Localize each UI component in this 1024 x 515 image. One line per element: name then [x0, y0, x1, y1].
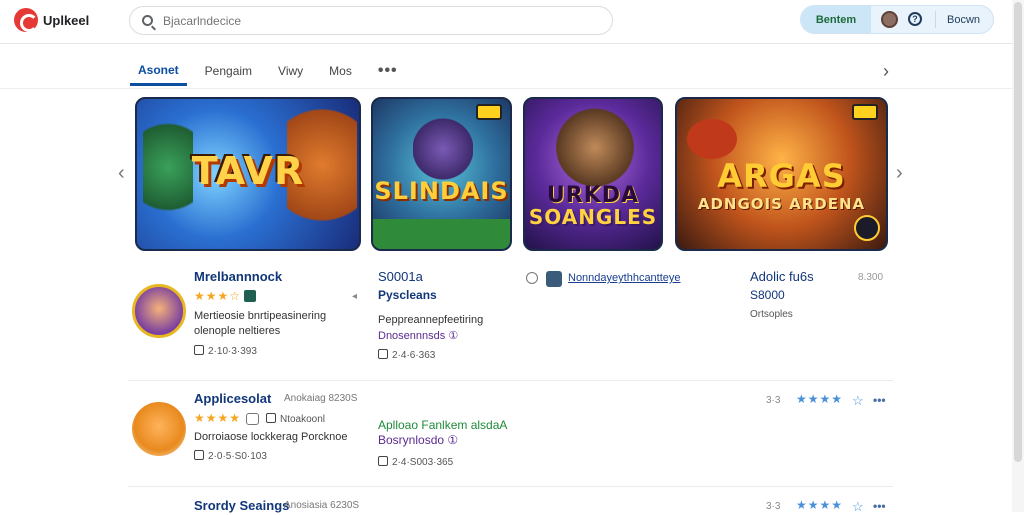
carousel-prev-icon[interactable]: ‹: [118, 162, 125, 185]
more-options-button[interactable]: •••: [873, 393, 886, 407]
category-tabs: Asonet Pengaim Viwy Mos •••: [130, 56, 416, 88]
app-description: Mertieosie bnrtipeasinering: [194, 310, 327, 322]
app-description: Peppreannepfeetiring: [378, 314, 484, 326]
top-bar: Uplkeel Bentem ? Bocwn: [0, 0, 1024, 44]
star-outline-icon[interactable]: ☆: [852, 393, 864, 409]
divider: [128, 380, 893, 381]
app-title[interactable]: Mrelbannnock: [194, 269, 282, 284]
app-highlight: Bosrynlosdo ①: [378, 433, 459, 447]
tab-3[interactable]: Mos: [321, 56, 360, 86]
logo-text: Uplkeel: [43, 12, 90, 28]
tag-icon: [266, 413, 276, 423]
app-caption: Ortsoples: [750, 309, 793, 320]
calendar-icon: [378, 456, 388, 466]
banner-title: SLINDAIS: [374, 177, 509, 205]
badge-icon: [246, 413, 259, 425]
app-description: Dorroiaose lockkerag Porcknoe: [194, 431, 348, 443]
rating-count: 3·3: [766, 395, 781, 406]
calendar-icon: [378, 349, 388, 359]
app-title[interactable]: Adolic fu6s: [750, 269, 814, 284]
app-tag: Ntoakoonl: [266, 413, 325, 425]
search-input[interactable]: [163, 13, 583, 28]
banner-badge-icon: [852, 104, 878, 120]
app-meta-text: 2·0·5·S0·103: [208, 451, 267, 462]
app-code: 8.300: [858, 272, 884, 283]
app-subtitle: Pyscleans: [378, 288, 437, 302]
rating-stars: ★★★★: [796, 392, 844, 406]
divider: [128, 486, 893, 487]
app-icon[interactable]: [132, 402, 186, 456]
tab-1[interactable]: Pengaim: [197, 56, 260, 86]
banner-title: ARGAS: [717, 157, 846, 195]
app-title[interactable]: Srordy Seaings: [194, 498, 289, 513]
banner-subtitle: ADNGOIS ARDENA: [697, 195, 866, 213]
tabs-next-icon[interactable]: ›: [883, 61, 889, 82]
app-meta: 2·4·6·363: [378, 349, 435, 361]
app-title[interactable]: Applicesolat: [194, 391, 271, 406]
banner-title: TAVR: [191, 149, 305, 193]
primary-action-button[interactable]: Bentem: [801, 6, 871, 33]
avatar[interactable]: [881, 11, 898, 28]
app-link[interactable]: Nonndayeythhcantteye: [568, 272, 681, 284]
banner-object: [687, 119, 737, 159]
app-meta: 2·0·5·S0·103: [194, 450, 267, 462]
banner-ground: [373, 219, 510, 249]
star-outline-icon[interactable]: ☆: [852, 499, 864, 515]
banner-card-1[interactable]: TAVR: [135, 97, 361, 251]
app-highlight: Aplloao Fanlkem alsdaA: [378, 418, 508, 432]
help-icon[interactable]: ?: [908, 12, 922, 26]
info-icon[interactable]: [526, 272, 538, 284]
carousel-next-icon[interactable]: ›: [896, 162, 903, 185]
app-icon[interactable]: [132, 284, 186, 338]
calendar-icon: [194, 450, 204, 460]
app-small-icon: [546, 271, 562, 287]
app-secondary: Anosiasia 6230S: [284, 500, 360, 511]
account-button[interactable]: Bocwn: [947, 6, 980, 33]
banner-card-4[interactable]: ARGAS ADNGOIS ARDENA: [675, 97, 888, 251]
divider: [935, 11, 936, 28]
more-tabs-button[interactable]: •••: [370, 56, 406, 86]
collapse-icon[interactable]: ◂: [352, 291, 357, 302]
scroll-thumb[interactable]: [1014, 2, 1022, 462]
app-meta-text: 2·4·6·363: [392, 350, 436, 361]
logo-icon: [14, 8, 38, 32]
header-actions: Bentem ? Bocwn: [800, 5, 994, 34]
badge-icon: [244, 290, 256, 302]
rating-stars: ★★★☆: [194, 289, 242, 303]
banner-subtitle: SOANGLES: [528, 205, 658, 229]
rating-count: 3·3: [766, 501, 781, 512]
app-subtitle: S8000: [750, 288, 785, 302]
app-description: Dnosennnsds ①: [378, 330, 459, 342]
app-secondary: Anokaiag 8230S: [284, 393, 358, 404]
banner-emblem-icon: [854, 215, 880, 241]
tab-0[interactable]: Asonet: [130, 56, 187, 86]
rating-stars: ★★★★: [796, 498, 844, 512]
banner-card-2[interactable]: SLINDAIS: [371, 97, 512, 251]
scrollbar[interactable]: [1012, 0, 1024, 512]
tab-2[interactable]: Viwy: [270, 56, 311, 86]
app-tag-text: Ntoakoonl: [280, 414, 326, 425]
banner-badge-icon: [476, 104, 502, 120]
search-icon: [142, 15, 153, 26]
app-meta-text: 2·4·S003·365: [392, 457, 454, 468]
tabs-divider: [0, 88, 1012, 89]
app-meta-text: 2·10·3·393: [208, 346, 257, 357]
rating-stars: ★★★★: [194, 411, 242, 425]
search-bar[interactable]: [129, 6, 613, 35]
app-title[interactable]: S0001a: [378, 269, 423, 284]
banner-card-3[interactable]: URKDA SOANGLES: [523, 97, 663, 251]
more-options-button[interactable]: •••: [873, 499, 886, 513]
app-description: olenople neltieres: [194, 325, 281, 337]
logo[interactable]: Uplkeel: [14, 8, 89, 32]
app-meta: 2·4·S003·365: [378, 456, 453, 468]
calendar-icon: [194, 345, 204, 355]
app-meta: 2·10·3·393: [194, 345, 257, 357]
